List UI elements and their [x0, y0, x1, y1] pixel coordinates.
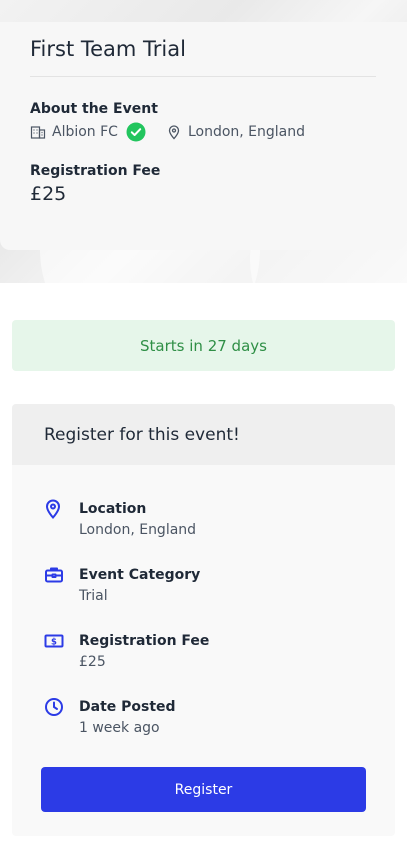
registration-fee-value: £25	[30, 183, 67, 205]
detail-date-posted: Date Posted 1 week ago	[44, 697, 395, 762]
register-header: Register for this event!	[12, 404, 395, 465]
organization-name[interactable]: Albion FC	[52, 124, 118, 140]
event-summary-card: First Team Trial About the Event Albion …	[0, 22, 407, 250]
register-button[interactable]: Register	[41, 767, 366, 812]
detail-registration-fee: $ Registration Fee £25	[44, 631, 395, 696]
detail-label: Date Posted	[79, 699, 176, 715]
detail-value: London, England	[79, 522, 197, 538]
event-location: London, England	[187, 124, 306, 140]
detail-event-category: Event Category Trial	[44, 565, 395, 630]
detail-label: Location	[79, 501, 147, 517]
detail-value: 1 week ago	[79, 720, 160, 736]
detail-location: Location London, England	[44, 499, 395, 564]
dollar-bill-icon: $	[44, 631, 66, 651]
event-meta-row: Albion FC London, England	[30, 121, 377, 143]
countdown-text: Starts in 27 days	[140, 336, 267, 355]
briefcase-icon	[44, 565, 66, 585]
svg-text:$: $	[51, 638, 57, 648]
detail-value: £25	[79, 654, 106, 670]
verified-check-icon	[126, 122, 146, 142]
detail-label: Registration Fee	[79, 633, 210, 649]
about-event-label: About the Event	[30, 101, 158, 117]
registration-fee-label: Registration Fee	[30, 163, 161, 179]
event-title: First Team Trial	[30, 37, 186, 61]
countdown-banner: Starts in 27 days	[12, 320, 395, 371]
location-pin-icon	[44, 499, 66, 519]
register-header-title: Register for this event!	[44, 424, 240, 445]
location-pin-icon	[166, 124, 182, 140]
clock-icon	[44, 697, 66, 717]
detail-value: Trial	[79, 588, 108, 604]
event-details-list: Location London, England Event Category …	[12, 465, 395, 762]
detail-label: Event Category	[79, 567, 201, 583]
divider	[30, 76, 376, 77]
building-icon	[30, 124, 46, 140]
register-panel: Register for this event! Location London…	[12, 404, 395, 836]
